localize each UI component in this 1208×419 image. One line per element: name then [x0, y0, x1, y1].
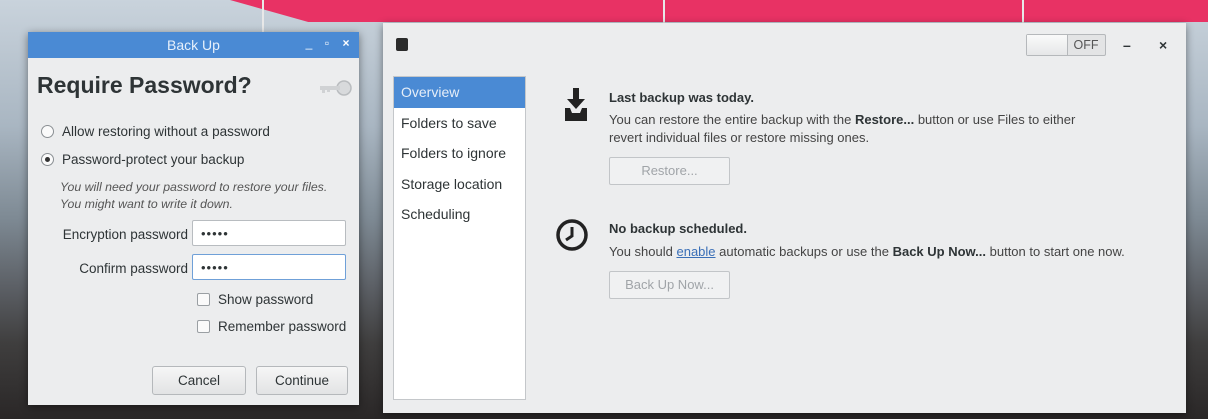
sidebar-item-overview[interactable]: Overview: [394, 77, 525, 108]
encryption-password-field[interactable]: •••••: [192, 220, 346, 246]
sidebar-item-folders-to-ignore[interactable]: Folders to ignore: [394, 138, 525, 169]
decorative-banner: [230, 0, 1208, 22]
key-icon: [320, 80, 352, 96]
back-up-now-button[interactable]: Back Up Now...: [609, 271, 730, 299]
sidebar: Overview Folders to save Folders to igno…: [393, 76, 526, 400]
text: You should: [609, 244, 677, 259]
backups-main-window: OFF – × Overview Folders to save Folders…: [383, 23, 1186, 413]
maximize-button[interactable]: ▫: [320, 36, 334, 50]
app-icon: [396, 38, 408, 51]
hint-line: You will need your password to restore y…: [60, 180, 328, 194]
restore-button[interactable]: Restore...: [609, 157, 730, 185]
checkbox[interactable]: [197, 293, 210, 306]
option-label: Password-protect your backup: [62, 152, 245, 167]
option-label: Allow restoring without a password: [62, 124, 270, 139]
radio-button[interactable]: [41, 125, 54, 138]
toggle-knob[interactable]: [1027, 35, 1068, 55]
enable-link[interactable]: enable: [676, 244, 715, 259]
sidebar-item-folders-to-save[interactable]: Folders to save: [394, 108, 525, 139]
automatic-backup-toggle[interactable]: OFF: [1026, 34, 1106, 56]
continue-button[interactable]: Continue: [256, 366, 348, 395]
schedule-title: No backup scheduled.: [609, 221, 747, 236]
dialog-titlebar[interactable]: Back Up _ ▫ ×: [28, 32, 359, 58]
hint-line: You might want to write it down.: [60, 197, 233, 211]
text: automatic backups or use the: [715, 244, 893, 259]
remember-password-checkbox[interactable]: Remember password: [197, 319, 346, 334]
text-bold: Restore...: [854, 112, 915, 127]
password-hint: You will need your password to restore y…: [60, 179, 327, 213]
close-button[interactable]: ×: [1159, 37, 1167, 53]
show-password-checkbox[interactable]: Show password: [197, 292, 313, 307]
encryption-password-label: Encryption password: [62, 227, 188, 242]
minimize-button[interactable]: _: [302, 36, 316, 50]
download-icon: [565, 88, 587, 121]
cancel-button[interactable]: Cancel: [152, 366, 246, 395]
option-no-password[interactable]: Allow restoring without a password: [41, 124, 270, 139]
close-button[interactable]: ×: [339, 36, 353, 50]
toggle-label: OFF: [1073, 38, 1099, 52]
confirm-password-field[interactable]: •••••: [192, 254, 346, 280]
text: button or use Files to either: [914, 112, 1076, 127]
text: button to start one now.: [986, 244, 1125, 259]
schedule-description: You should enable automatic backups or u…: [609, 243, 1125, 261]
sidebar-item-storage-location[interactable]: Storage location: [394, 169, 525, 200]
confirm-password-label: Confirm password: [79, 261, 188, 276]
checkbox[interactable]: [197, 320, 210, 333]
radio-button-selected[interactable]: [41, 153, 54, 166]
dialog-heading: Require Password?: [37, 72, 252, 98]
checkbox-label: Show password: [218, 292, 314, 307]
description-line: You can restore the entire backup with t…: [609, 111, 1075, 129]
last-backup-description: You can restore the entire backup with t…: [609, 111, 1075, 147]
last-backup-title: Last backup was today.: [609, 90, 754, 105]
checkbox-label: Remember password: [218, 319, 347, 334]
text-bold: Back Up Now...: [892, 244, 987, 259]
option-password-protect[interactable]: Password-protect your backup: [41, 152, 244, 167]
description-line: revert individual files or restore missi…: [609, 130, 870, 145]
backup-password-dialog: Back Up _ ▫ × Require Password? Allow re…: [28, 32, 359, 405]
clock-icon: [556, 219, 588, 251]
sidebar-item-scheduling[interactable]: Scheduling: [394, 199, 525, 230]
minimize-button[interactable]: –: [1123, 37, 1131, 53]
text: You can restore the entire backup with t…: [609, 112, 855, 127]
